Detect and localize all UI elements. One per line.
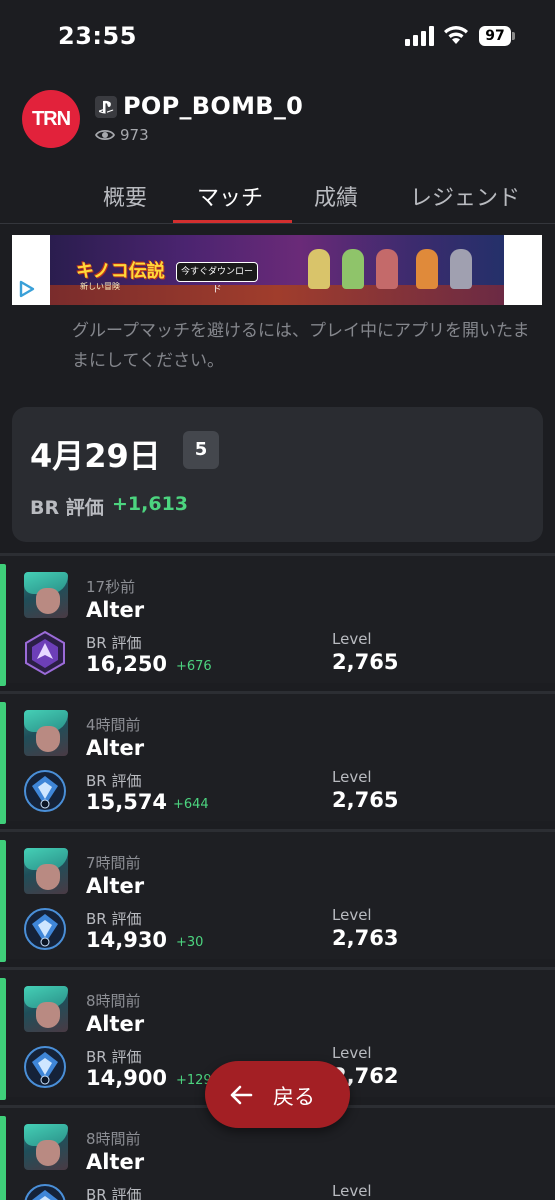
legend-name: Alter [86, 874, 145, 898]
date-summary-card: 4月29日 5 BR 評価 +1,613 [12, 407, 543, 542]
level-value: 2,763 [332, 926, 399, 950]
legend-name: Alter [86, 598, 145, 622]
rating-value: 16,250 [86, 652, 168, 676]
battery-tip [512, 32, 515, 40]
match-time: 8時間前 [86, 992, 141, 1010]
level-label: Level [332, 630, 372, 648]
win-indicator [0, 978, 6, 1100]
legend-avatar [24, 1124, 68, 1170]
rating-value: 15,574 [86, 790, 168, 814]
tab-stats[interactable]: 成績 [314, 180, 358, 212]
back-button[interactable]: 戻る [205, 1061, 350, 1128]
rating-label: BR 評価 [86, 910, 142, 928]
status-time: 23:55 [58, 22, 137, 50]
signal-icon [405, 26, 434, 46]
date-rating-delta: +1,613 [112, 493, 189, 515]
rating-label: BR 評価 [86, 1186, 142, 1200]
eye-icon [95, 129, 115, 141]
rating-value: 14,900 [86, 1066, 168, 1090]
ad-banner[interactable]: キノコ伝説 新しい冒険 今すぐダウンロード [12, 235, 542, 305]
legend-avatar [24, 848, 68, 894]
win-indicator [0, 840, 6, 962]
date-title: 4月29日 [30, 437, 161, 475]
playstation-icon [95, 96, 117, 118]
rating-delta: +676 [176, 659, 212, 674]
match-row[interactable]: 4時間前 Alter BR 評価 15,574 +644 Level 2,765 [0, 691, 555, 824]
legend-name: Alter [86, 736, 145, 760]
win-indicator [0, 1116, 6, 1200]
level-value: 2,765 [332, 650, 399, 674]
rating-label: BR 評価 [86, 1048, 142, 1066]
win-indicator [0, 564, 6, 686]
view-count: 973 [120, 126, 149, 144]
tab-matches[interactable]: マッチ [197, 180, 263, 212]
back-label: 戻る [273, 1085, 315, 1109]
win-indicator [0, 702, 6, 824]
rating-delta: +644 [173, 797, 209, 812]
level-label: Level [332, 1044, 372, 1062]
match-time: 4時間前 [86, 716, 141, 734]
trn-logo[interactable]: TRN [22, 90, 80, 148]
match-row[interactable]: 17秒前 Alter BR 評価 16,250 +676 Level 2,765 [0, 553, 555, 686]
tab-overview[interactable]: 概要 [103, 180, 147, 212]
ad-character-1 [308, 249, 330, 289]
legend-avatar [24, 710, 68, 756]
legend-name: Alter [86, 1150, 145, 1174]
ad-choices-icon[interactable] [16, 279, 38, 299]
level-label: Level [332, 768, 372, 786]
tab-legends[interactable]: レジェンド [410, 180, 520, 212]
legend-avatar [24, 572, 68, 618]
date-rating-label: BR 評価 [30, 497, 104, 519]
legend-avatar [24, 986, 68, 1032]
diamond-rank-icon [24, 908, 66, 950]
legend-name: Alter [86, 1012, 145, 1036]
level-value: 2,765 [332, 788, 399, 812]
battery-level: 97 [479, 26, 511, 46]
ad-title: キノコ伝説 [76, 261, 165, 282]
rating-value: 14,930 [86, 928, 168, 952]
ad-character-2 [342, 249, 364, 289]
ad-download-button[interactable]: 今すぐダウンロード [176, 262, 258, 295]
group-match-notice: グループマッチを避けるには、プレイ中にアプリを開いたままにしてください。 [72, 321, 530, 371]
rating-label: BR 評価 [86, 772, 142, 790]
tabs-divider [0, 223, 555, 224]
master-rank-icon [25, 630, 65, 676]
ad-character-4 [416, 249, 438, 289]
diamond-rank-icon [24, 1184, 66, 1200]
wifi-icon [444, 26, 468, 44]
status-bar: 23:55 97 [0, 0, 555, 72]
battery-icon: 97 [479, 26, 515, 46]
match-time: 7時間前 [86, 854, 141, 872]
match-time: 17秒前 [86, 578, 136, 596]
match-time: 8時間前 [86, 1130, 141, 1148]
ad-subtitle: 新しい冒険 [80, 282, 120, 291]
match-row[interactable]: 7時間前 Alter BR 評価 14,930 +30 Level 2,763 [0, 829, 555, 962]
arrow-left-icon [230, 1085, 253, 1105]
ad-character-5 [450, 249, 472, 289]
ad-image[interactable]: キノコ伝説 新しい冒険 今すぐダウンロード [50, 235, 504, 305]
ad-character-3 [376, 249, 398, 289]
player-name: POP_BOMB_0 [123, 92, 304, 120]
level-label: Level [332, 1182, 372, 1200]
level-label: Level [332, 906, 372, 924]
diamond-rank-icon [24, 1046, 66, 1088]
diamond-rank-icon [24, 770, 66, 812]
rating-delta: +30 [176, 935, 204, 950]
match-count-badge: 5 [183, 431, 219, 469]
rating-label: BR 評価 [86, 634, 142, 652]
